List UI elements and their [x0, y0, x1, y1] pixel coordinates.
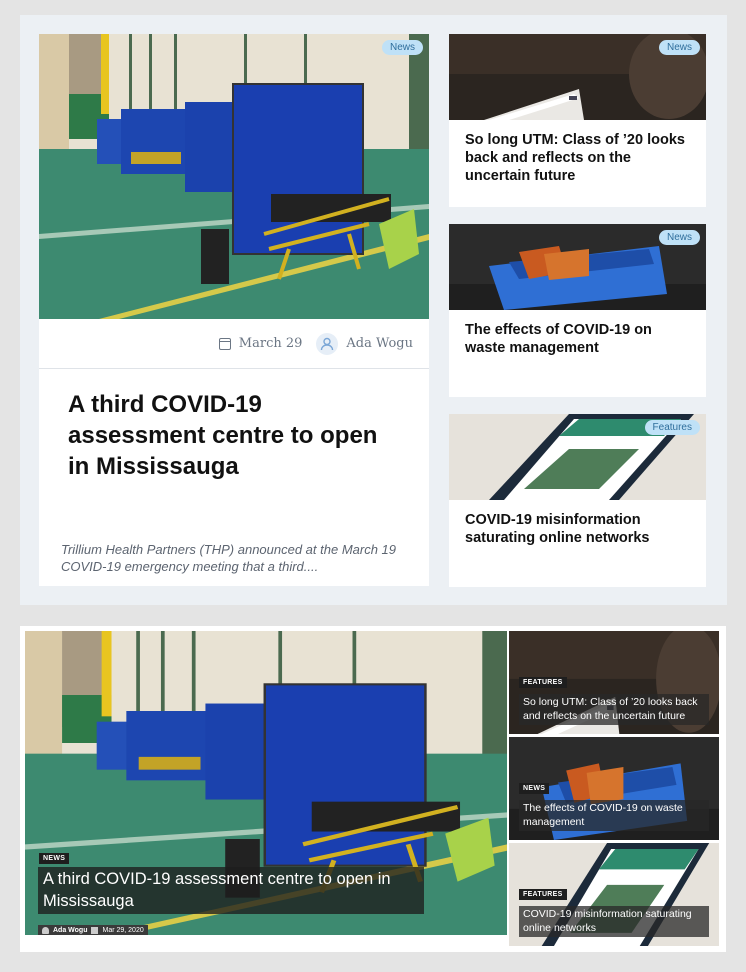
side-article-tile[interactable]: NEWS The effects of COVID-19 on waste ma… — [509, 737, 719, 840]
category-pill[interactable]: News — [658, 230, 700, 245]
article-date: March 29 — [238, 336, 303, 351]
category-pill[interactable]: News — [381, 40, 423, 55]
article-meta: March 29 Ada Wogu — [39, 319, 429, 369]
side-article-tile[interactable]: FEATURES So long UTM: Class of ’20 looks… — [509, 631, 719, 734]
article-title[interactable]: COVID-19 misinformation saturating onlin… — [519, 906, 709, 937]
side-article-card[interactable]: News So long UTM: Class of ’20 looks bac… — [449, 34, 706, 207]
user-icon — [316, 332, 339, 355]
author-link[interactable]: Ada Wogu — [53, 927, 87, 934]
featured-title[interactable]: A third COVID-19 assessment centre to op… — [38, 867, 424, 914]
featured-image[interactable]: News — [39, 34, 429, 319]
article-title[interactable]: The effects of COVID-19 on waste managem… — [465, 321, 695, 357]
side-article-card[interactable]: Features COVID-19 misinformation saturat… — [449, 414, 706, 587]
featured-article-card[interactable]: News March 29 Ada Wogu A third COVID-19 … — [39, 34, 429, 586]
article-title[interactable]: So long UTM: Class of ’20 looks back and… — [519, 694, 709, 725]
featured-excerpt: Trillium Health Partners (THP) announced… — [61, 542, 397, 574]
layout-one-panel: News March 29 Ada Wogu A third COVID-19 … — [20, 15, 727, 605]
article-image[interactable]: Features — [449, 414, 706, 500]
article-title[interactable]: So long UTM: Class of ’20 looks back and… — [465, 131, 695, 185]
byline: Ada Wogu Mar 29, 2020 — [38, 925, 148, 935]
article-title[interactable]: COVID-19 misinformation saturating onlin… — [465, 511, 695, 547]
side-article-tile[interactable]: FEATURES COVID-19 misinformation saturat… — [509, 843, 719, 946]
calendar-icon — [91, 927, 99, 934]
calendar-icon — [218, 337, 231, 350]
category-tag[interactable]: FEATURES — [519, 677, 567, 688]
article-image[interactable]: News — [449, 224, 706, 310]
category-tag[interactable]: NEWS — [519, 783, 550, 794]
article-date: Mar 29, 2020 — [102, 927, 144, 934]
featured-title[interactable]: A third COVID-19 assessment centre to op… — [68, 389, 398, 482]
article-image[interactable]: News — [449, 34, 706, 120]
layout-two-panel: NEWS A third COVID-19 assessment centre … — [20, 626, 726, 952]
article-title[interactable]: The effects of COVID-19 on waste managem… — [519, 800, 709, 831]
author-link[interactable]: Ada Wogu — [346, 336, 413, 351]
featured-article-tile[interactable]: NEWS A third COVID-19 assessment centre … — [25, 631, 507, 935]
category-tag[interactable]: FEATURES — [519, 889, 567, 900]
side-article-card[interactable]: News The effects of COVID-19 on waste ma… — [449, 224, 706, 397]
category-pill[interactable]: Features — [644, 420, 700, 435]
category-pill[interactable]: News — [658, 40, 700, 55]
category-tag[interactable]: NEWS — [39, 853, 70, 864]
person-icon — [42, 927, 49, 934]
